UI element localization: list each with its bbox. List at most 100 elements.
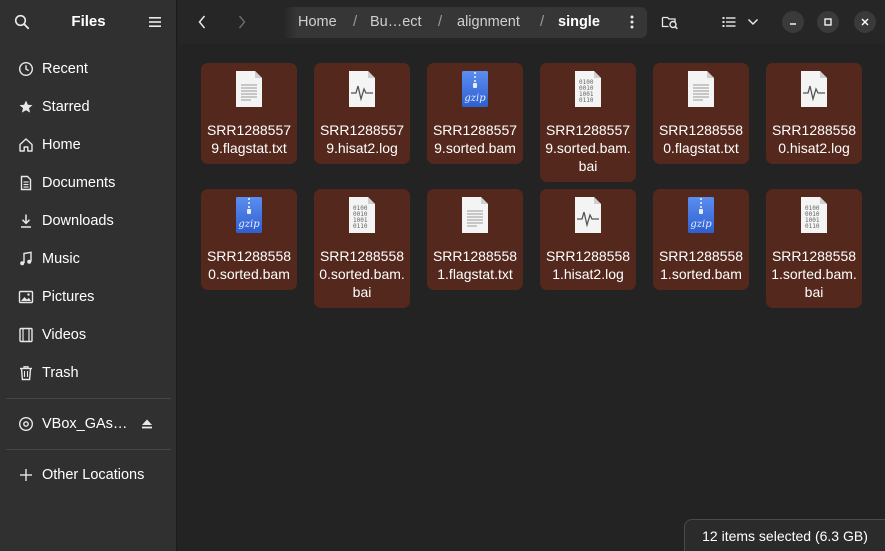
sidebar-item-label: Pictures [42,289,95,305]
file-name: SRR12885581.flagstat.txt [432,248,518,282]
star-icon [14,97,38,117]
text-file-icon [229,69,269,109]
chevron-down-icon [747,18,759,26]
close-button[interactable] [854,11,876,33]
file-item[interactable]: SRR12885579.hisat2.log [314,63,410,164]
selection-status: 12 items selected (6.3 GB) [684,519,885,551]
file-name: SRR12885579.hisat2.log [319,122,405,156]
svg-text:gzip: gzip [238,219,260,230]
sidebar-divider [6,449,171,450]
file-name: SRR12885580.sorted.bam.bai [319,248,405,300]
close-icon [861,18,869,26]
file-name: SRR12885581.sorted.bam [658,248,744,282]
file-item[interactable]: 0100 0010 1001 0110 SRR12885580.sorted.bam.b… [314,189,410,308]
files-window: Files Recent Starred Home Documents Down… [0,0,885,551]
home-icon [14,135,38,155]
file-name: SRR12885581.hisat2.log [545,248,631,282]
sidebar-item-downloads[interactable]: Downloads [6,204,171,238]
breadcrumb-separator: / [540,13,545,30]
sidebar-item-trash[interactable]: Trash [6,356,171,390]
file-item[interactable]: SRR12885580.flagstat.txt [653,63,749,164]
forward-button[interactable] [226,7,258,37]
log-file-icon [794,69,834,109]
sidebar-item-starred[interactable]: Starred [6,90,171,124]
file-item[interactable]: 0100 0010 1001 0110 SRR12885579.sorted.bam.b… [540,63,636,182]
sidebar-item-label: Trash [42,365,79,381]
file-item[interactable]: 0100 0010 1001 0110 SRR12885581.sorted.bam.b… [766,189,862,308]
sidebar-item-other-locations[interactable]: Other Locations [6,458,171,492]
file-name: SRR12885579.sorted.bam.bai [545,122,631,174]
sidebar-item-label: VBox_GAs… [42,416,128,432]
sidebar-item-recent[interactable]: Recent [6,52,171,86]
eject-icon[interactable] [141,418,153,430]
vertical-dots-icon [630,15,634,29]
binary-file-icon: 0100 0010 1001 0110 [568,69,608,109]
binary-file-icon: 0100 0010 1001 0110 [342,195,382,235]
file-name: SRR12885581.sorted.bam.bai [771,248,857,300]
sidebar-item-label: Home [42,137,81,153]
sidebar-item-videos[interactable]: Videos [6,318,171,352]
clock-icon [14,59,38,79]
gzip-file-icon: gzip [229,195,269,235]
file-item[interactable]: SRR12885580.hisat2.log [766,63,862,164]
text-file-icon [681,69,721,109]
file-item[interactable]: SRR12885579.flagstat.txt [201,63,297,164]
sidebar-item-vbox-gas[interactable]: VBox_GAs… [6,407,171,441]
breadcrumb-single[interactable]: single [558,14,600,30]
file-item[interactable]: SRR12885581.hisat2.log [540,189,636,290]
breadcrumb-project[interactable]: Bu…ect [370,14,422,30]
file-name: SRR12885580.sorted.bam [206,248,292,282]
sidebar-item-music[interactable]: Music [6,242,171,276]
path-menu-button[interactable] [617,7,647,37]
svg-text:gzip: gzip [690,219,712,230]
sidebar-item-pictures[interactable]: Pictures [6,280,171,314]
sidebar-divider [6,398,171,399]
log-file-icon [342,69,382,109]
log-file-icon [568,195,608,235]
picture-icon [14,287,38,307]
sidebar-item-label: Videos [42,327,87,343]
file-item[interactable]: gzip SRR12885580.sorted.bam [201,189,297,290]
view-options-button[interactable] [741,7,765,37]
gzip-file-icon: gzip [681,195,721,235]
path-bar: Home / Bu…ect / alignment / single [283,7,647,38]
svg-text:0110: 0110 [579,97,594,104]
sidebar-item-label: Other Locations [42,467,145,483]
download-icon [14,211,38,231]
back-button[interactable] [186,7,218,37]
file-name: SRR12885579.sorted.bam [432,122,518,156]
file-item[interactable]: gzip SRR12885581.sorted.bam [653,189,749,290]
main-menu-button[interactable] [141,8,169,36]
file-name: SRR12885579.flagstat.txt [206,122,292,156]
disc-icon [14,414,38,434]
text-file-icon [455,195,495,235]
chevron-left-icon [198,15,206,29]
file-grid: SRR12885579.flagstat.txt SRR12885579.hisa… [178,44,885,551]
sidebar-item-label: Documents [42,175,116,191]
hamburger-icon [149,17,161,27]
breadcrumb-separator: / [353,13,358,30]
maximize-button[interactable] [817,11,839,33]
file-name: SRR12885580.hisat2.log [771,122,857,156]
file-item[interactable]: gzip SRR12885579.sorted.bam [427,63,523,164]
sidebar-item-documents[interactable]: Documents [6,166,171,200]
chevron-right-icon [238,15,246,29]
svg-text:gzip: gzip [464,93,486,104]
minimize-button[interactable] [782,11,804,33]
view-list-button[interactable] [714,7,744,37]
video-icon [14,325,38,345]
binary-file-icon: 0100 0010 1001 0110 [794,195,834,235]
plus-icon [14,465,38,485]
search-location-button[interactable] [655,7,685,37]
file-item[interactable]: SRR12885581.flagstat.txt [427,189,523,290]
minimize-icon [790,23,796,25]
sidebar: Files Recent Starred Home Documents Down… [0,0,177,551]
svg-text:0110: 0110 [805,223,820,230]
breadcrumb-alignment[interactable]: alignment [457,14,520,30]
sidebar-header: Files [0,0,177,44]
gzip-file-icon: gzip [455,69,495,109]
sidebar-item-label: Music [42,251,80,267]
trash-icon [14,363,38,383]
sidebar-item-home[interactable]: Home [6,128,171,162]
breadcrumb-home[interactable]: Home [298,14,337,30]
